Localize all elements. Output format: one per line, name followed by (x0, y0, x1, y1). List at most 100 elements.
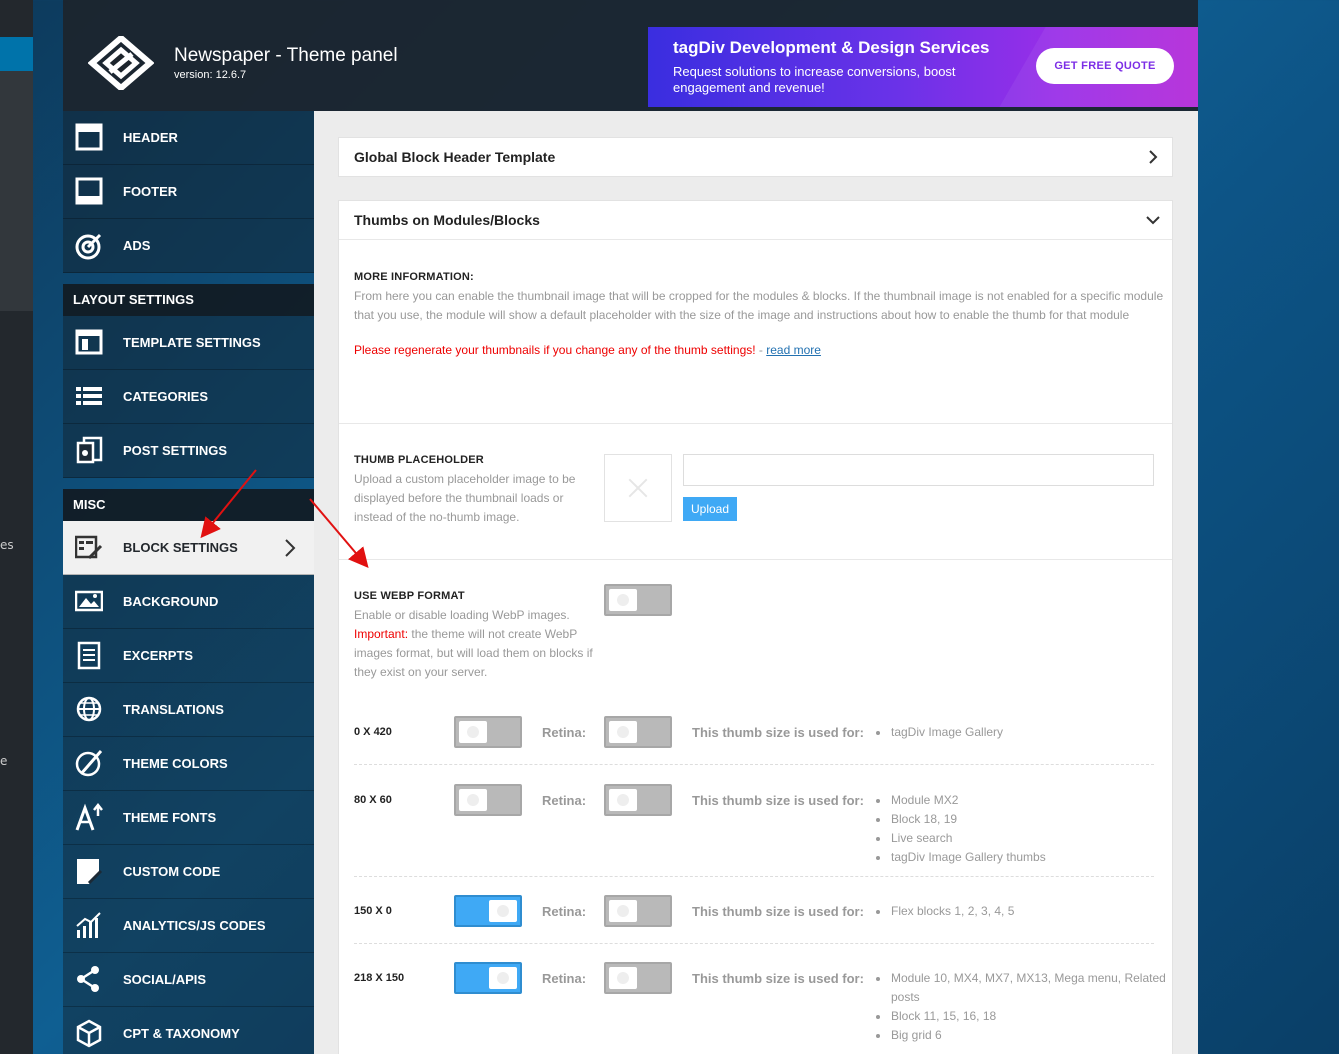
thumb-enable-toggle[interactable] (454, 716, 522, 748)
wp-menu-fragment[interactable]: e (0, 754, 7, 768)
thumb-enable-toggle[interactable] (454, 784, 522, 816)
list-item: Live search (876, 829, 1046, 848)
sidebar-item-background[interactable]: BACKGROUND (63, 575, 314, 629)
toggle-knob (459, 721, 487, 743)
globe-icon (76, 696, 102, 722)
placeholder-preview (604, 454, 672, 522)
retina-toggle[interactable] (604, 784, 672, 816)
accordion-thumbs-on-modules[interactable]: Thumbs on Modules/Blocks MORE INFORMATIO… (338, 200, 1173, 1054)
no-image-icon (628, 478, 648, 498)
sidebar-item-label: ANALYTICS/JS CODES (123, 918, 266, 933)
thumb-size-label: 218 X 150 (354, 972, 405, 984)
row-divider (354, 876, 1154, 877)
target-icon (75, 233, 102, 260)
more-information-block: MORE INFORMATION: From here you can enab… (354, 271, 1169, 360)
thumb-enable-toggle[interactable] (454, 895, 522, 927)
sidebar-item-label: THEME COLORS (123, 756, 228, 771)
image-icon (75, 590, 103, 612)
warning-text: Please regenerate your thumbnails if you… (354, 343, 756, 357)
sidebar-item-theme-colors[interactable]: THEME COLORS (63, 737, 314, 791)
thumb-size-label: 0 X 420 (354, 726, 392, 738)
theme-panel-sidebar: HEADER FOOTER ADS LAYOUT SETTINGS TEMPLA… (63, 111, 314, 1054)
sidebar-item-analytics[interactable]: ANALYTICS/JS CODES (63, 899, 314, 953)
upload-button[interactable]: Upload (683, 497, 737, 521)
accordion-global-block-header[interactable]: Global Block Header Template (338, 137, 1173, 177)
toggle-knob (459, 789, 487, 811)
used-for-list: tagDiv Image Gallery (876, 723, 1003, 742)
list-item: Module MX2 (876, 791, 1046, 810)
thumb-placeholder-label: THUMB PLACEHOLDER (354, 454, 484, 466)
sidebar-item-ads[interactable]: ADS (63, 219, 314, 273)
sidebar-item-cpt-taxonomy[interactable]: CPT & TAXONOMY (63, 1007, 314, 1054)
list-item: Big grid 6 (876, 1026, 1166, 1045)
retina-toggle[interactable] (604, 895, 672, 927)
post-settings-icon (76, 436, 103, 464)
accordion-header[interactable]: Thumbs on Modules/Blocks (339, 201, 1172, 239)
sidebar-item-label: TEMPLATE SETTINGS (123, 335, 261, 350)
toggle-knob (609, 900, 637, 922)
get-free-quote-button[interactable]: GET FREE QUOTE (1036, 48, 1174, 84)
retina-toggle[interactable] (604, 962, 672, 994)
list-item: tagDiv Image Gallery thumbs (876, 848, 1046, 867)
sidebar-item-label: HEADER (123, 130, 178, 145)
sidebar-item-social-apis[interactable]: SOCIAL/APIS (63, 953, 314, 1007)
more-information-text: From here you can enable the thumbnail i… (354, 289, 1164, 322)
sidebar-item-translations[interactable]: TRANSLATIONS (63, 683, 314, 737)
webp-info: USE WEBP FORMAT Enable or disable loadin… (354, 590, 594, 682)
sidebar-item-header[interactable]: HEADER (63, 111, 314, 165)
wp-admin-active-item[interactable] (0, 37, 33, 71)
retina-toggle[interactable] (604, 716, 672, 748)
toggle-knob (489, 900, 517, 922)
accordion-body: MORE INFORMATION: From here you can enab… (339, 239, 1172, 1054)
sidebar-item-post-settings[interactable]: POST SETTINGS (63, 424, 314, 478)
block-settings-icon (75, 535, 103, 560)
sidebar-item-excerpts[interactable]: EXCERPTS (63, 629, 314, 683)
thumb-placeholder-desc: Upload a custom placeholder image to be … (354, 472, 576, 524)
theme-panel-header: Newspaper - Theme panel version: 12.6.7 … (63, 0, 1198, 111)
panel-version: version: 12.6.7 (174, 69, 247, 81)
row-divider (354, 943, 1154, 944)
row-divider (354, 764, 1154, 765)
chevron-right-icon (1149, 150, 1158, 164)
wp-menu-fragment[interactable]: es (0, 538, 14, 552)
used-for-label: This thumb size is used for: (692, 793, 864, 808)
placeholder-url-input[interactable] (683, 454, 1154, 486)
sidebar-item-block-settings[interactable]: BLOCK SETTINGS (63, 521, 314, 575)
webp-desc-line: Enable or disable loading WebP images. (354, 608, 570, 622)
sidebar-item-label: CUSTOM CODE (123, 864, 221, 879)
list-item: Flex blocks 1, 2, 3, 4, 5 (876, 902, 1014, 921)
used-for-list: Flex blocks 1, 2, 3, 4, 5 (876, 902, 1014, 921)
sidebar-item-label: BLOCK SETTINGS (123, 540, 238, 555)
thumb-enable-toggle[interactable] (454, 962, 522, 994)
used-for-label: This thumb size is used for: (692, 725, 864, 740)
sidebar-item-label: EXCERPTS (123, 648, 194, 663)
webp-label: USE WEBP FORMAT (354, 590, 465, 602)
section-misc: MISC (63, 489, 314, 521)
retina-label: Retina: (542, 971, 587, 986)
sidebar-item-theme-fonts[interactable]: THEME FONTS (63, 791, 314, 845)
toggle-knob (609, 589, 637, 611)
header-icon (75, 123, 103, 151)
wp-admin-sidebar: es e (0, 0, 33, 1054)
read-more-link[interactable]: read more (766, 343, 821, 357)
promo-banner[interactable]: tagDiv Development & Design Services Req… (648, 27, 1198, 107)
section-divider (339, 559, 1172, 560)
list-item: Block 11, 15, 16, 18 (876, 1007, 1166, 1026)
palette-icon (75, 750, 103, 777)
sidebar-item-custom-code[interactable]: CUSTOM CODE (63, 845, 314, 899)
retina-label: Retina: (542, 793, 587, 808)
sidebar-item-label: FOOTER (123, 184, 178, 199)
list-item: Module 10, MX4, MX7, MX13, Mega menu, Re… (876, 969, 1166, 1007)
accordion-title: Global Block Header Template (354, 149, 556, 165)
list-item: tagDiv Image Gallery (876, 723, 1003, 742)
sidebar-item-template-settings[interactable]: TEMPLATE SETTINGS (63, 316, 314, 370)
toggle-knob (489, 967, 517, 989)
webp-toggle[interactable] (604, 584, 672, 616)
analytics-icon (76, 912, 101, 938)
sidebar-item-categories[interactable]: CATEGORIES (63, 370, 314, 424)
document-icon (77, 641, 101, 670)
accordion-header[interactable]: Global Block Header Template (339, 138, 1172, 176)
share-icon (77, 966, 99, 992)
sidebar-item-footer[interactable]: FOOTER (63, 165, 314, 219)
wp-admin-submenu (0, 71, 33, 311)
